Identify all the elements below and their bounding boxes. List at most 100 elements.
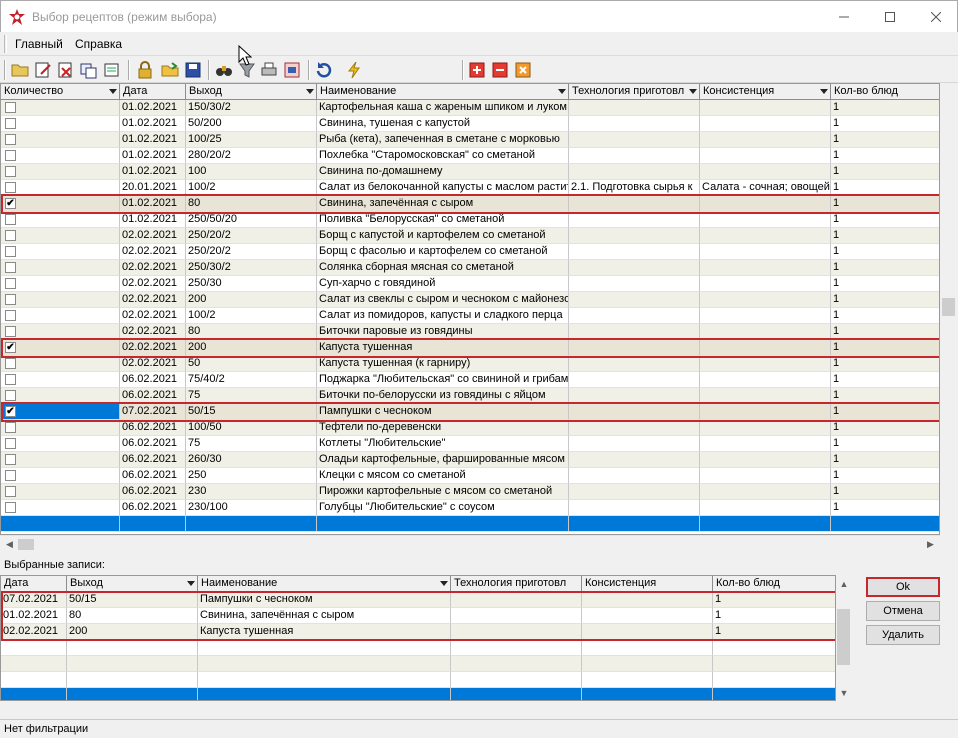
recipes-grid[interactable]: Количество Дата Выход Наименование Технологи… xyxy=(0,83,940,535)
cons-cell[interactable] xyxy=(700,308,831,324)
tech-cell[interactable] xyxy=(569,404,700,420)
tech-cell[interactable] xyxy=(569,324,700,340)
tech-cell[interactable] xyxy=(569,196,700,212)
tech-cell[interactable] xyxy=(569,308,700,324)
quantity-cell[interactable] xyxy=(1,388,120,404)
cons-cell[interactable] xyxy=(700,372,831,388)
name-cell[interactable]: Салат из помидоров, капусты и сладкого п… xyxy=(317,308,569,324)
cons-cell[interactable] xyxy=(700,228,831,244)
out-cell[interactable]: 250/30 xyxy=(186,276,317,292)
table-row[interactable] xyxy=(1,688,835,700)
minimize-button[interactable] xyxy=(821,1,867,32)
cons-cell[interactable] xyxy=(700,468,831,484)
tech-cell[interactable] xyxy=(569,516,700,532)
cons-cell[interactable] xyxy=(700,164,831,180)
row-checkbox[interactable]: ✔ xyxy=(5,342,16,353)
quantity-cell[interactable] xyxy=(1,372,120,388)
tech-cell[interactable] xyxy=(569,164,700,180)
qty-cell[interactable]: 1 xyxy=(831,484,939,500)
name-cell[interactable]: Суп-харчо с говядиной xyxy=(317,276,569,292)
name-cell[interactable]: Оладьи картофельные, фаршированные мясом… xyxy=(317,452,569,468)
date-cell[interactable]: 06.02.2021 xyxy=(120,484,186,500)
quantity-cell[interactable] xyxy=(1,148,120,164)
table-row[interactable]: 06.02.2021 75 Котлеты "Любительские" 1 xyxy=(1,436,939,452)
date-cell[interactable]: 02.02.2021 xyxy=(120,244,186,260)
name-cell[interactable]: Свинина, запечённая с сыром xyxy=(198,608,451,624)
lightning-icon[interactable] xyxy=(344,60,364,80)
table-row[interactable]: 06.02.2021 75/40/2 Поджарка "Любительская"… xyxy=(1,372,939,388)
cons-cell[interactable] xyxy=(700,260,831,276)
quantity-cell[interactable] xyxy=(1,308,120,324)
quantity-cell[interactable]: ✔ xyxy=(1,404,120,420)
tech-cell[interactable] xyxy=(569,468,700,484)
out-cell[interactable] xyxy=(67,656,198,672)
name-cell[interactable] xyxy=(317,516,569,532)
table-row[interactable]: ✔ 01.02.2021 80 Свинина, запечённая с сыром… xyxy=(1,196,939,212)
scroll-right-icon[interactable]: ▶ xyxy=(922,536,939,553)
date-cell[interactable] xyxy=(1,688,67,700)
qty-cell[interactable]: 1 xyxy=(831,132,939,148)
scroll-thumb[interactable] xyxy=(18,539,34,550)
out-cell[interactable]: 250/20/2 xyxy=(186,244,317,260)
dropdown-arrow-icon[interactable] xyxy=(689,89,697,94)
row-checkbox[interactable] xyxy=(5,214,16,225)
date-cell[interactable]: 02.02.2021 xyxy=(120,308,186,324)
cons-cell[interactable]: Салата - сочная; овощей xyxy=(700,180,831,196)
qty-cell[interactable]: 1 xyxy=(831,436,939,452)
quantity-cell[interactable] xyxy=(1,116,120,132)
cons-cell[interactable] xyxy=(700,436,831,452)
tech-cell[interactable] xyxy=(451,640,582,656)
row-checkbox[interactable] xyxy=(5,262,16,273)
note-icon[interactable] xyxy=(102,60,122,80)
out-cell[interactable]: 75 xyxy=(186,388,317,404)
quantity-cell[interactable] xyxy=(1,356,120,372)
cons-cell[interactable] xyxy=(582,592,713,608)
qty-cell[interactable]: 1 xyxy=(713,592,835,608)
table-row[interactable]: 02.02.2021 200 Салат из свеклы с сыром и ч… xyxy=(1,292,939,308)
out-cell[interactable]: 250/30/2 xyxy=(186,260,317,276)
copy-icon[interactable] xyxy=(79,60,99,80)
row-checkbox[interactable] xyxy=(5,374,16,385)
row-checkbox[interactable] xyxy=(5,278,16,289)
dropdown-arrow-icon[interactable] xyxy=(109,89,117,94)
tech-cell[interactable] xyxy=(451,624,582,640)
table-row[interactable]: 02.02.2021 80 Биточки паровые из говядины 1 xyxy=(1,324,939,340)
cons-cell[interactable] xyxy=(700,500,831,516)
name-cell[interactable]: Свинина по-домашнему xyxy=(317,164,569,180)
name-cell[interactable]: Борщ с фасолью и картофелем со сметаной xyxy=(317,244,569,260)
table-row[interactable]: 02.02.2021 250/20/2 Борщ с капустой и карт… xyxy=(1,228,939,244)
quantity-cell[interactable] xyxy=(1,292,120,308)
scroll-left-icon[interactable]: ◀ xyxy=(1,536,18,553)
date-cell[interactable]: 02.02.2021 xyxy=(120,228,186,244)
recipes-horizontal-scrollbar[interactable]: ◀ ▶ xyxy=(0,535,940,552)
out-cell[interactable]: 200 xyxy=(186,340,317,356)
cons-cell[interactable] xyxy=(582,672,713,688)
tech-cell[interactable] xyxy=(569,276,700,292)
date-cell[interactable]: 02.02.2021 xyxy=(120,324,186,340)
column-header[interactable]: Количество xyxy=(1,84,120,100)
row-checkbox[interactable] xyxy=(5,246,16,257)
cons-cell[interactable] xyxy=(700,292,831,308)
binoculars-icon[interactable] xyxy=(214,60,234,80)
table-row[interactable]: 01.02.2021 50/200 Свинина, тушеная с капус… xyxy=(1,116,939,132)
table-row[interactable]: ✔ 07.02.2021 50/15 Пампушки с чесноком 1 xyxy=(1,404,939,420)
tech-cell[interactable] xyxy=(569,436,700,452)
out-cell[interactable]: 250/20/2 xyxy=(186,228,317,244)
tech-cell[interactable] xyxy=(569,356,700,372)
date-cell[interactable] xyxy=(1,672,67,688)
name-cell[interactable] xyxy=(198,688,451,700)
tech-cell[interactable] xyxy=(569,100,700,116)
qty-cell[interactable]: 1 xyxy=(831,388,939,404)
date-cell[interactable]: 01.02.2021 xyxy=(120,148,186,164)
table-row[interactable]: ✔ 02.02.2021 200 Капуста тушенная 1 xyxy=(1,340,939,356)
date-cell[interactable]: 07.02.2021 xyxy=(120,404,186,420)
out-cell[interactable] xyxy=(67,672,198,688)
cancel-button[interactable]: Отмена xyxy=(866,601,940,621)
cancel-icon[interactable] xyxy=(513,60,533,80)
out-cell[interactable]: 50/15 xyxy=(67,592,198,608)
scroll-thumb[interactable] xyxy=(942,298,955,316)
out-cell[interactable]: 200 xyxy=(186,292,317,308)
tech-cell[interactable]: 2.1. Подготовка сырья к xyxy=(569,180,700,196)
name-cell[interactable]: Борщ с капустой и картофелем со сметаной xyxy=(317,228,569,244)
date-cell[interactable]: 20.01.2021 xyxy=(120,180,186,196)
